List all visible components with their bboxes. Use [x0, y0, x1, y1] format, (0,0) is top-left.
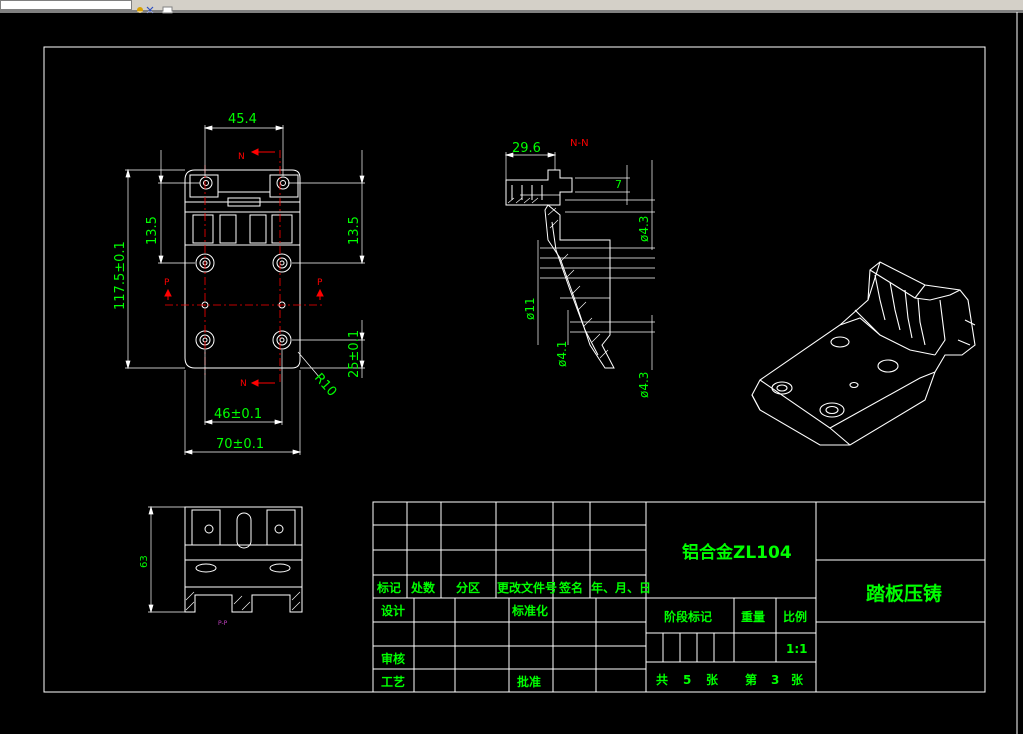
part-name: 踏板压铸	[866, 582, 942, 605]
isometric-view	[751, 261, 976, 446]
dim-total-height: 117.5±0.1	[113, 241, 128, 310]
sheet-no-unit: 张	[791, 672, 804, 687]
weight-label: 重量	[741, 609, 765, 624]
material-label: 铝合金ZL104	[682, 542, 792, 563]
row-design: 设计	[381, 603, 405, 618]
header-count: 处数	[410, 580, 436, 595]
sheet-no-prefix: 第	[745, 672, 757, 687]
lug-right	[269, 174, 299, 198]
dim-hole-spacing: 46±0.1	[214, 407, 262, 422]
scale-value: 1:1	[786, 642, 808, 656]
sheet-no: 3	[771, 673, 779, 687]
bottom-view-label: P-P	[218, 620, 228, 627]
dim-dia-43-lower: ø4.3	[637, 372, 651, 398]
dim-radius: R10	[311, 371, 339, 400]
section-mark-n-bottom: N	[240, 379, 247, 389]
dim-section-top-width: 29.6	[512, 141, 541, 156]
bottom-view	[184, 506, 303, 613]
row-process: 工艺	[381, 674, 405, 689]
section-title: N-N	[570, 138, 589, 149]
sheet-total: 5	[683, 673, 691, 687]
dim-top-width: 45.4	[228, 112, 257, 127]
toolbar-buttons[interactable]	[133, 0, 178, 14]
title-block-text: 铝合金ZL104 踏板压铸 标记 处数 分区 更改文件号 签名 年、月、日 设计…	[376, 542, 942, 689]
command-field[interactable]	[0, 0, 132, 10]
bottom-dimension-lines	[148, 505, 185, 614]
front-dimension-lines	[125, 125, 365, 455]
dim-dia-41: ø4.1	[555, 341, 569, 367]
sheet-total-prefix: 共	[656, 672, 668, 687]
sheet-unit: 张	[706, 672, 719, 687]
lug-left	[189, 174, 219, 198]
row-standardize: 标准化	[511, 603, 548, 618]
stage-mark-label: 阶段标记	[664, 609, 712, 624]
cad-toolbar	[0, 0, 1023, 14]
header-change-doc: 更改文件号	[497, 580, 557, 595]
scale-label: 比例	[783, 609, 807, 624]
dim-total-width: 70±0.1	[216, 437, 264, 452]
dim-dia-43-upper: ø4.3	[637, 216, 651, 242]
header-zone: 分区	[456, 580, 480, 595]
row-approve: 批准	[517, 674, 541, 689]
section-dimension-lines	[504, 152, 655, 370]
section-mark-n-top: N	[238, 152, 245, 162]
header-mark: 标记	[376, 580, 401, 595]
dim-section-height-7: 7	[615, 178, 622, 191]
row-review: 审核	[381, 651, 405, 666]
front-view	[184, 169, 301, 369]
dim-dia-11: ø11	[523, 297, 537, 320]
dim-bottom-offset: 25±0.1	[347, 330, 362, 378]
iso-outline	[751, 261, 976, 446]
header-date: 年、月、日	[591, 580, 651, 595]
dim-bottom-height: 63	[139, 555, 150, 568]
section-mark-p-left: P	[164, 278, 170, 288]
bottom-outline	[184, 506, 303, 588]
section-top-profile	[505, 169, 573, 206]
dim-left-offset: 13.5	[145, 216, 160, 245]
drawing-canvas[interactable]: N N P P 45.4 117.5±0.1 13.5 13.5 25±0.1 …	[0, 11, 1023, 734]
dim-right-offset: 13.5	[347, 216, 362, 245]
section-mark-p-right: P	[317, 278, 323, 288]
header-signature: 签名	[558, 580, 583, 595]
front-center-lines	[165, 150, 325, 385]
front-section-arrows	[164, 148, 324, 387]
